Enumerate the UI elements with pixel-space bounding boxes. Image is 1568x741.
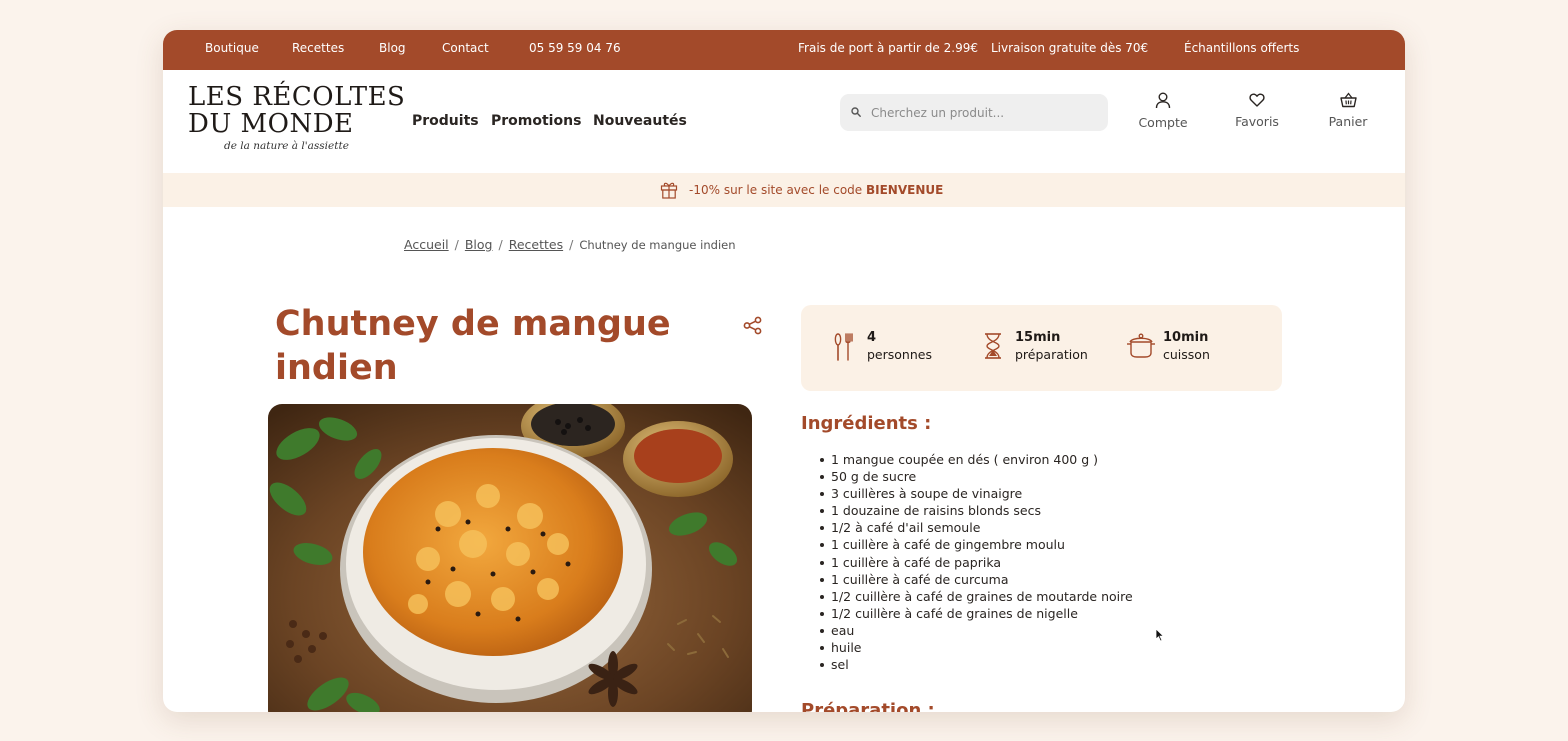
basket-icon bbox=[1339, 92, 1357, 108]
list-item: 1/2 cuillère à café de graines de nigell… bbox=[820, 605, 1133, 622]
logo-tagline: de la nature à l'assiette bbox=[224, 140, 349, 152]
account-label: Compte bbox=[1138, 115, 1188, 130]
topbar-phone[interactable]: 05 59 59 04 76 bbox=[529, 41, 621, 55]
recipe-photo bbox=[268, 404, 752, 712]
recipe-title: Chutney de mangue indien bbox=[275, 304, 671, 388]
topbar-link-blog[interactable]: Blog bbox=[379, 41, 406, 55]
list-item: 1 cuillère à café de curcuma bbox=[820, 571, 1133, 588]
breadcrumb: Accueil / Blog / Recettes / Chutney de mangue … bbox=[404, 237, 736, 252]
list-item: 1 douzaine de raisins blonds secs bbox=[820, 502, 1133, 519]
heart-icon bbox=[1249, 93, 1265, 107]
topbar-shipping-info: Frais de port à partir de 2.99€ bbox=[798, 41, 978, 55]
favorites-button[interactable]: Favoris bbox=[1222, 92, 1292, 130]
top-bar: Boutique Recettes Blog Contact 05 59 59 … bbox=[163, 30, 1405, 70]
servings-label: personnes bbox=[867, 347, 932, 362]
cutlery-icon bbox=[834, 333, 853, 361]
search-input[interactable] bbox=[871, 94, 1101, 131]
cart-label: Panier bbox=[1328, 114, 1368, 129]
topbar-free-delivery: Livraison gratuite dès 70€ bbox=[991, 41, 1149, 55]
search-icon bbox=[851, 107, 861, 117]
prep-value: 15min bbox=[1015, 330, 1061, 345]
gift-icon bbox=[660, 182, 678, 199]
hourglass-icon bbox=[985, 333, 1001, 359]
breadcrumb-recettes[interactable]: Recettes bbox=[509, 237, 563, 252]
cart-button[interactable]: Panier bbox=[1313, 92, 1383, 130]
servings-value: 4 bbox=[867, 330, 877, 345]
list-item: 1 cuillère à café de paprika bbox=[820, 554, 1133, 571]
promo-banner: -10% sur le site avec le code BIENVENUE bbox=[163, 173, 1405, 207]
preparation-heading: Préparation : bbox=[801, 700, 935, 712]
share-icon[interactable] bbox=[743, 316, 762, 335]
browser-window: Boutique Recettes Blog Contact 05 59 59 … bbox=[163, 30, 1405, 712]
pot-icon bbox=[1127, 333, 1155, 358]
nav-promotions[interactable]: Promotions bbox=[491, 113, 581, 129]
list-item: 50 g de sucre bbox=[820, 468, 1133, 485]
promo-text: -10% sur le site avec le code BIENVENUE bbox=[689, 183, 943, 197]
cook-label: cuisson bbox=[1163, 347, 1210, 362]
breadcrumb-separator: / bbox=[498, 237, 503, 252]
logo-line-2: DU MONDE bbox=[188, 109, 354, 139]
breadcrumb-home[interactable]: Accueil bbox=[404, 237, 449, 252]
list-item: 1 cuillère à café de gingembre moulu bbox=[820, 536, 1133, 553]
nav-produits[interactable]: Produits bbox=[412, 113, 479, 129]
nav-nouveautes[interactable]: Nouveautés bbox=[593, 113, 687, 129]
list-item: 3 cuillères à soupe de vinaigre bbox=[820, 485, 1133, 502]
search-bar[interactable] bbox=[840, 94, 1108, 131]
ingredients-list: 1 mangue coupée en dés ( environ 400 g )… bbox=[820, 451, 1133, 673]
topbar-link-boutique[interactable]: Boutique bbox=[205, 41, 259, 55]
mouse-cursor-icon bbox=[1155, 628, 1165, 642]
list-item: 1/2 à café d'ail semoule bbox=[820, 519, 1133, 536]
recipe-info-card: 4 personnes 15min préparation 10min cuis… bbox=[801, 305, 1282, 391]
breadcrumb-separator: / bbox=[569, 237, 574, 252]
promo-message: -10% sur le site avec le code bbox=[689, 183, 866, 197]
cook-value: 10min bbox=[1163, 330, 1209, 345]
prep-label: préparation bbox=[1015, 347, 1088, 362]
topbar-link-contact[interactable]: Contact bbox=[442, 41, 489, 55]
ingredients-heading: Ingrédients : bbox=[801, 413, 932, 434]
breadcrumb-separator: / bbox=[454, 237, 459, 252]
user-icon bbox=[1155, 92, 1171, 109]
list-item: huile bbox=[820, 639, 1133, 656]
favorites-label: Favoris bbox=[1235, 114, 1279, 129]
account-button[interactable]: Compte bbox=[1128, 92, 1198, 131]
topbar-link-recettes[interactable]: Recettes bbox=[292, 41, 344, 55]
logo-line-1: LES RÉCOLTES bbox=[188, 82, 406, 112]
list-item: 1/2 cuillère à café de graines de moutar… bbox=[820, 588, 1133, 604]
list-item: sel bbox=[820, 656, 1133, 673]
site-logo[interactable]: LES RÉCOLTES DU MONDE de la nature à l'a… bbox=[188, 82, 406, 153]
list-item: eau bbox=[820, 622, 1133, 639]
site-header: LES RÉCOLTES DU MONDE de la nature à l'a… bbox=[163, 70, 1405, 172]
promo-code: BIENVENUE bbox=[865, 183, 944, 197]
list-item: 1 mangue coupée en dés ( environ 400 g ) bbox=[820, 451, 1133, 468]
breadcrumb-blog[interactable]: Blog bbox=[465, 237, 493, 252]
breadcrumb-current: Chutney de mangue indien bbox=[579, 238, 736, 252]
topbar-samples: Échantillons offerts bbox=[1184, 41, 1300, 55]
